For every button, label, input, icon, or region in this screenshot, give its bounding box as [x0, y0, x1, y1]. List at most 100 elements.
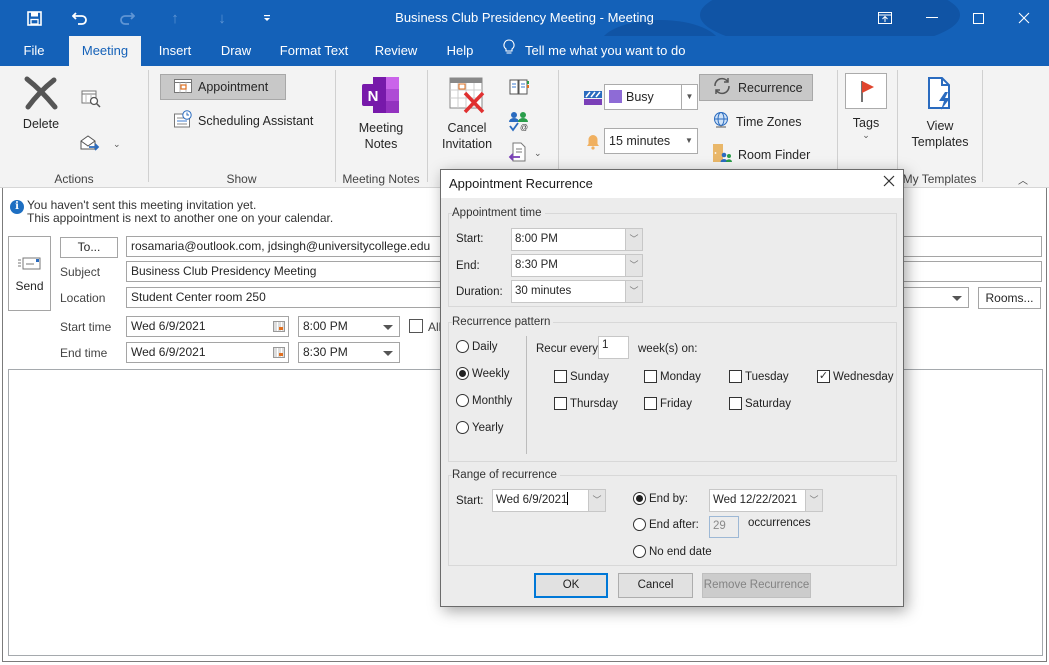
minimize-button[interactable]: [909, 0, 955, 36]
start-date-field[interactable]: Wed 6/9/2021: [126, 316, 289, 337]
calendar-icon[interactable]: [273, 321, 285, 332]
to-button[interactable]: To...: [60, 237, 118, 258]
end-date-field[interactable]: Wed 6/9/2021: [126, 342, 289, 363]
dialog-close-button[interactable]: [883, 174, 895, 192]
tab-help[interactable]: Help: [440, 36, 480, 66]
chevron-down-icon[interactable]: ﹀: [625, 280, 643, 303]
title-bar: ↑ ↓ Business Club Presidency Meeting - M…: [0, 0, 1049, 70]
tab-review[interactable]: Review: [370, 36, 422, 66]
appointment-start-combo[interactable]: 8:00 PM ﹀: [511, 228, 643, 251]
pattern-divider: [526, 336, 527, 454]
room-finder-button[interactable]: Room Finder: [712, 143, 810, 166]
radio-circle: [633, 545, 646, 558]
day-sunday-checkbox[interactable]: Sunday: [554, 370, 609, 383]
day-tuesday-label: Tuesday: [745, 370, 789, 383]
end-after-radio[interactable]: End after:: [633, 518, 699, 531]
time-zones-button[interactable]: Time Zones: [712, 111, 802, 132]
range-start-combo[interactable]: Wed 6/9/2021 ﹀: [492, 489, 606, 512]
radio-circle: [633, 492, 646, 505]
end-by-combo[interactable]: Wed 12/22/2021 ﹀: [709, 489, 823, 512]
pattern-weekly-label: Weekly: [472, 367, 510, 380]
delete-label: Delete: [22, 117, 60, 131]
day-monday-checkbox[interactable]: Monday: [644, 370, 701, 383]
response-options-button[interactable]: ⌄: [508, 142, 542, 165]
tab-meeting[interactable]: Meeting: [69, 36, 141, 66]
no-end-date-radio[interactable]: No end date: [633, 545, 712, 558]
group-divider: [837, 70, 838, 182]
calendar-search-icon: [81, 90, 101, 111]
day-tuesday-checkbox[interactable]: Tuesday: [729, 370, 789, 383]
tell-me-search[interactable]: Tell me what you want to do: [503, 36, 685, 66]
calendar-icon[interactable]: [273, 347, 285, 358]
chevron-down-icon[interactable]: ﹀: [805, 489, 823, 512]
send-button[interactable]: Send: [8, 236, 51, 311]
info-line-2: This appointment is next to another one …: [27, 211, 334, 225]
reminder-dropdown[interactable]: 15 minutes ▼: [604, 128, 698, 154]
rooms-button[interactable]: Rooms...: [978, 287, 1041, 309]
group-divider: [558, 70, 559, 182]
chevron-down-icon[interactable]: ⌄: [534, 148, 542, 159]
chevron-down-icon[interactable]: ⌄: [113, 139, 121, 150]
time-zones-label: Time Zones: [736, 114, 802, 129]
end-time-dropdown[interactable]: 8:30 PM: [298, 342, 400, 363]
day-wednesday-checkbox[interactable]: ✓ Wednesday: [817, 370, 894, 383]
delete-button[interactable]: Delete: [20, 76, 62, 132]
close-button[interactable]: [1001, 0, 1047, 36]
ribbon-display-options-button[interactable]: [862, 0, 908, 36]
ok-button[interactable]: OK: [534, 573, 608, 598]
pattern-weekly-radio[interactable]: Weekly: [456, 367, 510, 380]
all-day-checkbox[interactable]: [409, 319, 423, 333]
chevron-down-icon[interactable]: ﹀: [588, 489, 606, 512]
dropdown-arrow-icon[interactable]: [952, 296, 962, 301]
chevron-down-icon[interactable]: ﹀: [625, 254, 643, 277]
range-start-label: Start:: [456, 495, 484, 507]
send-label: Send: [15, 279, 44, 293]
radio-circle: [456, 421, 469, 434]
pattern-monthly-radio[interactable]: Monthly: [456, 394, 512, 407]
tab-file[interactable]: File: [14, 36, 54, 66]
end-by-value: Wed 12/22/2021: [713, 494, 798, 506]
tags-button[interactable]: Tags ⌄: [845, 73, 887, 143]
day-saturday-checkbox[interactable]: Saturday: [729, 397, 791, 410]
cancel-button[interactable]: Cancel: [618, 573, 693, 598]
pattern-yearly-radio[interactable]: Yearly: [456, 421, 504, 434]
appointment-end-combo[interactable]: 8:30 PM ﹀: [511, 254, 643, 277]
appointment-end-value: 8:30 PM: [515, 259, 558, 271]
end-by-radio[interactable]: End by:: [633, 492, 688, 505]
cancel-invitation-button[interactable]: Cancel Invitation: [439, 76, 495, 152]
tab-format-text[interactable]: Format Text: [276, 36, 352, 66]
day-thursday-checkbox[interactable]: Thursday: [554, 397, 618, 410]
forward-button[interactable]: ⌄: [79, 134, 121, 155]
start-time-dropdown[interactable]: 8:00 PM: [298, 316, 400, 337]
tab-draw[interactable]: Draw: [214, 36, 258, 66]
chevron-down-icon[interactable]: ﹀: [625, 228, 643, 251]
next-item-icon: ↓: [218, 9, 226, 27]
location-value: Student Center room 250: [131, 290, 266, 304]
redo-icon: [112, 0, 142, 36]
meeting-notes-label-1: Meeting: [358, 121, 404, 135]
end-after-input[interactable]: 29: [709, 516, 739, 538]
view-templates-button[interactable]: View Templates: [906, 76, 974, 150]
address-book-button[interactable]: [508, 78, 530, 99]
appointment-button[interactable]: Appointment: [160, 74, 286, 100]
show-as-dropdown[interactable]: Busy ▼: [604, 84, 698, 110]
duration-combo[interactable]: 30 minutes ﹀: [511, 280, 643, 303]
recur-every-input[interactable]: 1: [598, 336, 629, 359]
check-names-button[interactable]: @: [508, 110, 530, 135]
recurrence-button[interactable]: Recurrence: [699, 74, 813, 101]
undo-icon[interactable]: [65, 0, 95, 36]
customize-qat-icon[interactable]: [252, 0, 282, 36]
collapse-ribbon-button[interactable]: ︿: [1018, 172, 1028, 187]
group-divider: [897, 70, 898, 182]
save-icon[interactable]: [19, 0, 49, 36]
appointment-label: Appointment: [198, 80, 269, 94]
tab-insert[interactable]: Insert: [152, 36, 198, 66]
globe-icon: [712, 111, 730, 132]
day-friday-checkbox[interactable]: Friday: [644, 397, 692, 410]
meeting-notes-button[interactable]: N Meeting Notes: [352, 76, 410, 152]
pattern-daily-radio[interactable]: Daily: [456, 340, 498, 353]
maximize-button[interactable]: [955, 0, 1001, 36]
calendar-search-button[interactable]: [81, 90, 101, 111]
scheduling-assistant-button[interactable]: Scheduling Assistant: [174, 110, 313, 131]
show-as-icon: [584, 91, 602, 108]
